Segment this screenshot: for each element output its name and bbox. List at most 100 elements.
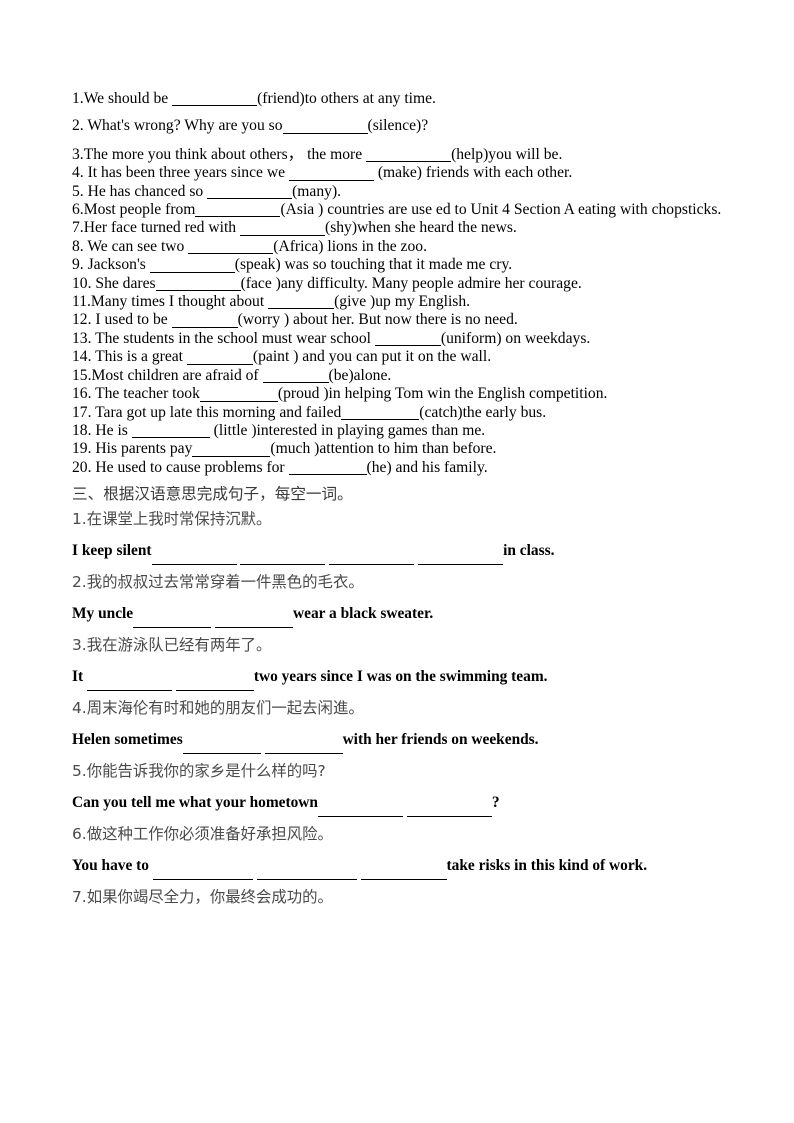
item-text-before: Tara got up late this morning and failed: [95, 403, 342, 421]
item-number: 3.: [72, 635, 87, 654]
item-text-before: Most children are afraid of: [91, 366, 263, 384]
answer-blank[interactable]: [155, 273, 241, 292]
exercise-item: 5. He has chanced so (many).: [72, 183, 732, 201]
item-number: 12.: [72, 311, 96, 329]
item-text-after: (make) friends with each other.: [373, 164, 573, 182]
answer-blank[interactable]: [360, 848, 447, 880]
sentence-after: with her friends on weekends.: [342, 730, 539, 748]
item-number: 1.: [72, 509, 87, 528]
answer-blank[interactable]: [188, 236, 274, 255]
item-text-after: (little )interested in playing games tha…: [209, 421, 486, 439]
chinese-text: 你能告诉我你的家乡是什么样的吗?: [86, 761, 326, 780]
answer-blank[interactable]: [207, 181, 293, 200]
item-text-before: Most people from: [83, 201, 196, 219]
item-text-after: (face )any difficulty. Many people admir…: [240, 274, 582, 292]
answer-blank[interactable]: [192, 438, 271, 457]
answer-blank[interactable]: [171, 309, 238, 328]
answer-blank[interactable]: [341, 402, 420, 420]
item-text-before: We should be: [83, 90, 173, 107]
item-number: 5.: [72, 182, 88, 200]
item-number: 7.: [72, 219, 84, 237]
english-answer-line: Can you tell me what your hometown ?: [72, 787, 732, 819]
item-number: 4.: [72, 698, 87, 717]
sentence-before: I keep silent: [72, 541, 152, 559]
answer-blank[interactable]: [186, 346, 253, 365]
item-text-before: The students in the school must wear sch…: [95, 329, 375, 347]
sentence-before: My uncle: [72, 604, 134, 622]
item-text-before: He is: [95, 421, 132, 439]
item-number: 17.: [72, 403, 96, 421]
chinese-text: 我的叔叔过去常常穿着一件黑色的毛衣。: [86, 572, 364, 591]
item-text-before: This is a great: [95, 348, 187, 366]
answer-blank[interactable]: [133, 596, 212, 628]
exercise-item: 13. The students in the school must wear…: [72, 330, 732, 348]
item-number: 2.: [72, 572, 87, 591]
english-answer-line: It two years since I was on the swimming…: [72, 661, 732, 693]
sentence-before: It: [72, 667, 87, 685]
answer-blank[interactable]: [406, 785, 492, 817]
exercise-item: 6.Most people from (Asia ) countries are…: [72, 201, 732, 219]
answer-blank[interactable]: [199, 383, 278, 402]
item-number: 11.: [72, 293, 91, 311]
chinese-prompt: 7.如果你竭尽全力，你最终会成功的。: [72, 882, 732, 913]
answer-blank[interactable]: [149, 254, 235, 273]
sentence-after: in class.: [503, 541, 555, 559]
answer-blank[interactable]: [182, 722, 261, 754]
item-number: 20.: [72, 458, 96, 476]
answer-blank[interactable]: [240, 533, 326, 565]
english-answer-line: I keep silent in class.: [72, 535, 732, 567]
answer-blank[interactable]: [317, 785, 403, 817]
exercise-item: 7.Her face turned red with (shy)when she…: [72, 219, 732, 237]
exercise-item: 10. She dares (face )any difficulty. Man…: [72, 275, 732, 293]
answer-blank[interactable]: [288, 162, 374, 181]
item-text-before: The teacher took: [95, 385, 200, 403]
sentence-after: ?: [491, 793, 500, 811]
answer-blank[interactable]: [175, 659, 254, 691]
chinese-text: 我在游泳队已经有两年了。: [86, 635, 272, 654]
exercise-item: 14. This is a great (paint ) and you can…: [72, 348, 732, 366]
answer-blank[interactable]: [282, 115, 368, 134]
item-text-after: (Asia ) countries are use ed to Unit 4 S…: [280, 201, 722, 219]
answer-blank[interactable]: [418, 533, 504, 565]
english-answer-line: Helen sometimes with her friends on week…: [72, 724, 732, 756]
item-number: 1.: [72, 90, 84, 107]
answer-blank[interactable]: [268, 291, 335, 310]
answer-blank[interactable]: [131, 420, 210, 439]
exercise-item: 2. What's wrong? Why are you so (silence…: [72, 117, 732, 135]
item-text-before: She dares: [95, 274, 156, 292]
answer-blank[interactable]: [172, 88, 258, 107]
item-text-after: (he) and his family.: [366, 458, 488, 476]
item-text-before: Jackson's: [87, 256, 150, 274]
answer-blank[interactable]: [366, 144, 452, 163]
item-text-after: (help)you will be.: [451, 145, 563, 163]
answer-blank[interactable]: [86, 659, 172, 691]
sentence-after: wear a black sweater.: [293, 604, 434, 622]
item-number: 3.: [72, 145, 84, 163]
sentence-before: You have to: [72, 856, 153, 874]
answer-blank[interactable]: [262, 365, 329, 384]
item-text-before: His parents pay: [95, 440, 193, 458]
item-text-after: (speak) was so touching that it made me …: [234, 256, 513, 274]
chinese-text: 在课堂上我时常保持沉默。: [86, 509, 272, 528]
item-number: 10.: [72, 274, 96, 292]
item-number: 13.: [72, 329, 96, 347]
answer-blank[interactable]: [288, 457, 367, 476]
exercise-item: 15.Most children are afraid of (be)alone…: [72, 367, 732, 385]
answer-blank[interactable]: [151, 533, 237, 565]
answer-blank[interactable]: [195, 199, 281, 218]
answer-blank[interactable]: [152, 848, 253, 880]
answer-blank[interactable]: [215, 596, 293, 628]
item-number: 7.: [72, 887, 87, 906]
answer-blank[interactable]: [264, 722, 343, 754]
item-text-after: (worry ) about her. But now there is no …: [237, 311, 518, 329]
answer-blank[interactable]: [240, 217, 325, 236]
answer-blank[interactable]: [256, 848, 357, 880]
item-text-before: I used to be: [95, 311, 172, 329]
item-text-after: (proud )in helping Tom win the English c…: [277, 385, 608, 403]
item-number: 19.: [72, 440, 96, 458]
chinese-prompt: 1.在课堂上我时常保持沉默。: [72, 504, 732, 535]
item-text-before: What's wrong? Why are you so: [87, 117, 283, 135]
answer-blank[interactable]: [329, 533, 415, 565]
answer-blank[interactable]: [374, 328, 441, 347]
item-number: 8.: [72, 237, 88, 255]
